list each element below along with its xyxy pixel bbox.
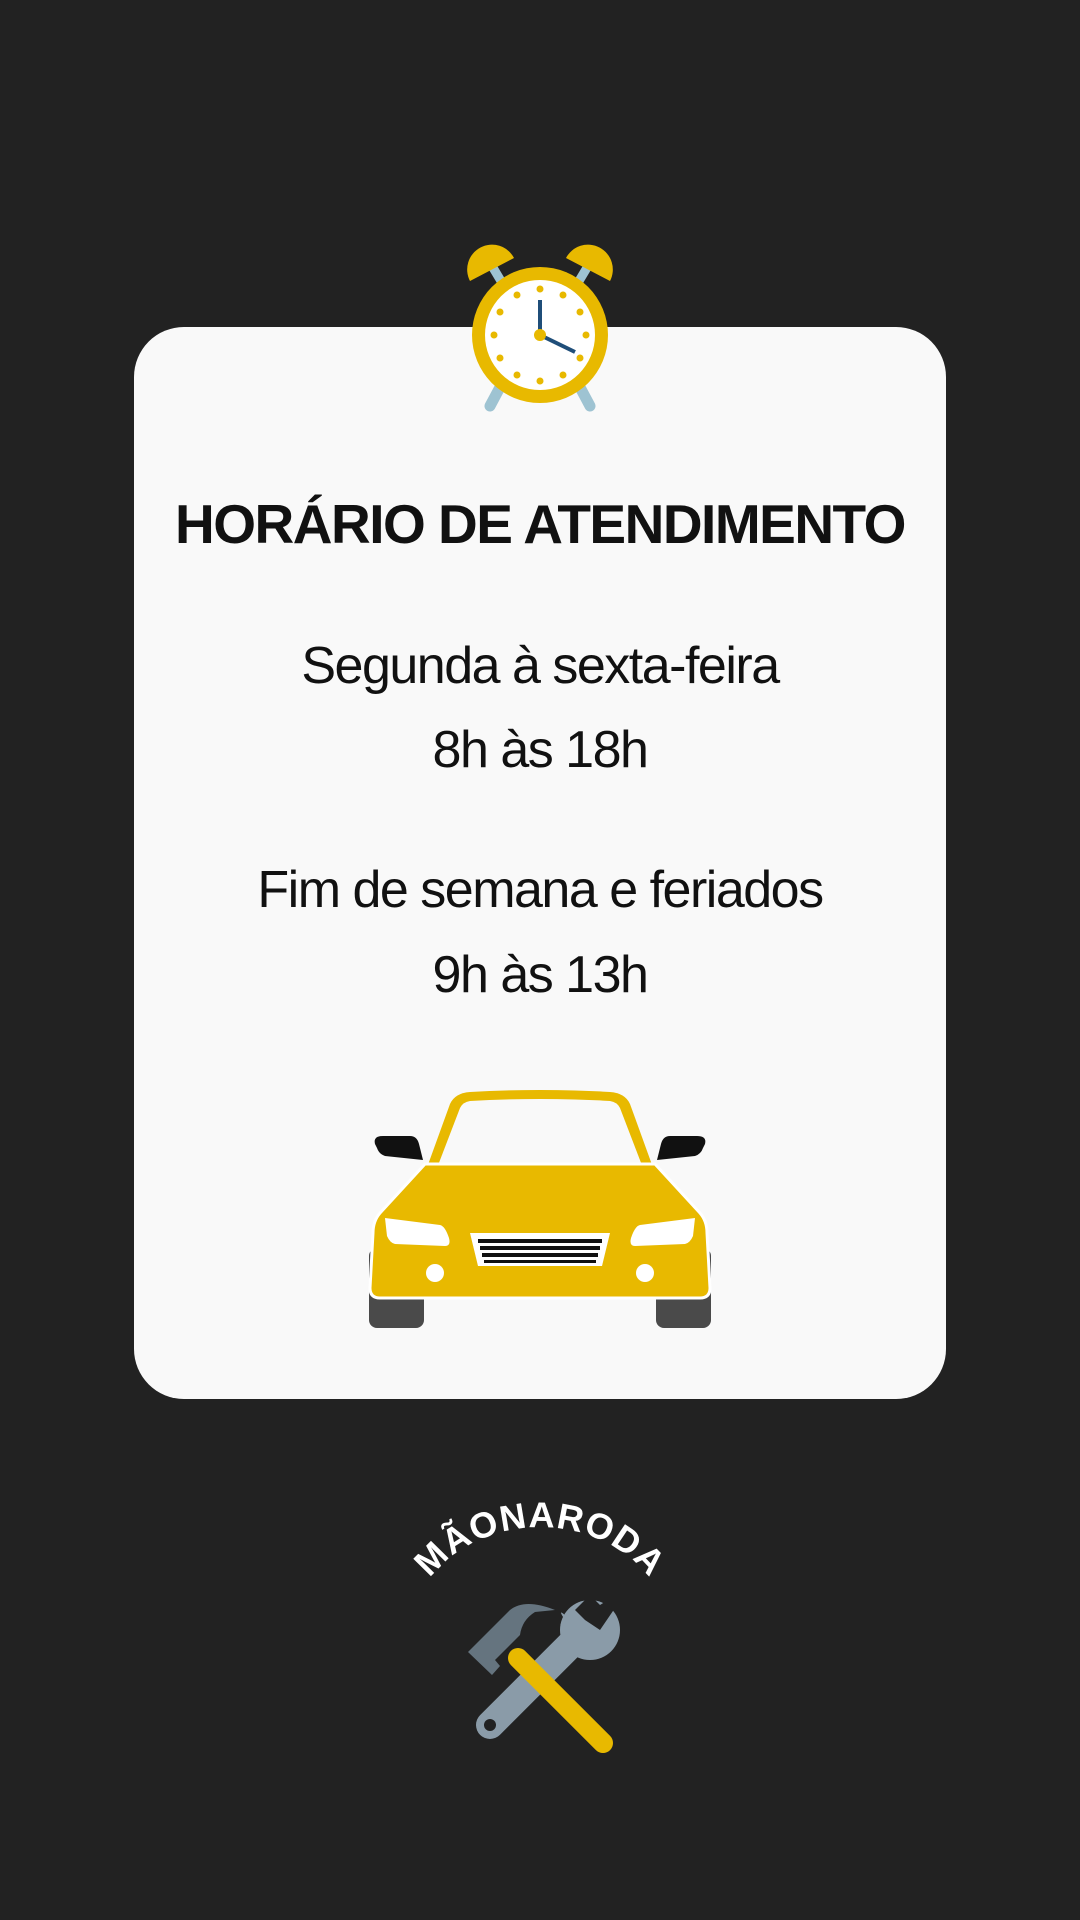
hammer-wrench-icon — [468, 1595, 620, 1753]
weekend-hours: 9h às 13h — [432, 946, 649, 1004]
car-icon — [368, 1090, 712, 1328]
weekend-label: Fim de semana e feriados — [257, 861, 824, 919]
weekday-hours: 8h às 18h — [432, 721, 649, 779]
weekday-label: Segunda à sexta-feira — [301, 637, 780, 695]
svg-text:MÃONARODA: MÃONARODA — [406, 1494, 675, 1583]
alarm-clock-icon — [467, 244, 613, 412]
brand-name: MÃONARODA — [406, 1494, 674, 1583]
page-title: HORÁRIO DE ATENDIMENTO — [175, 493, 906, 555]
brand-logo: MÃONARODA — [406, 1494, 675, 1753]
